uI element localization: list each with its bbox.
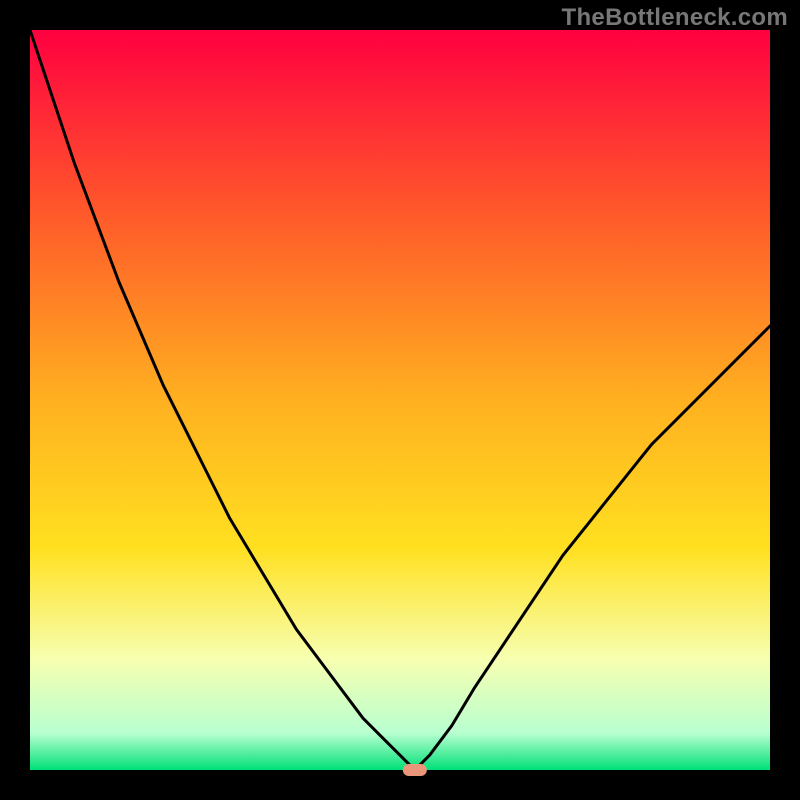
plot-background <box>30 30 770 770</box>
watermark-label: TheBottleneck.com <box>562 4 788 32</box>
chart-container: TheBottleneck.com <box>0 0 800 800</box>
min-marker <box>403 764 427 776</box>
bottleneck-chart <box>0 0 800 800</box>
